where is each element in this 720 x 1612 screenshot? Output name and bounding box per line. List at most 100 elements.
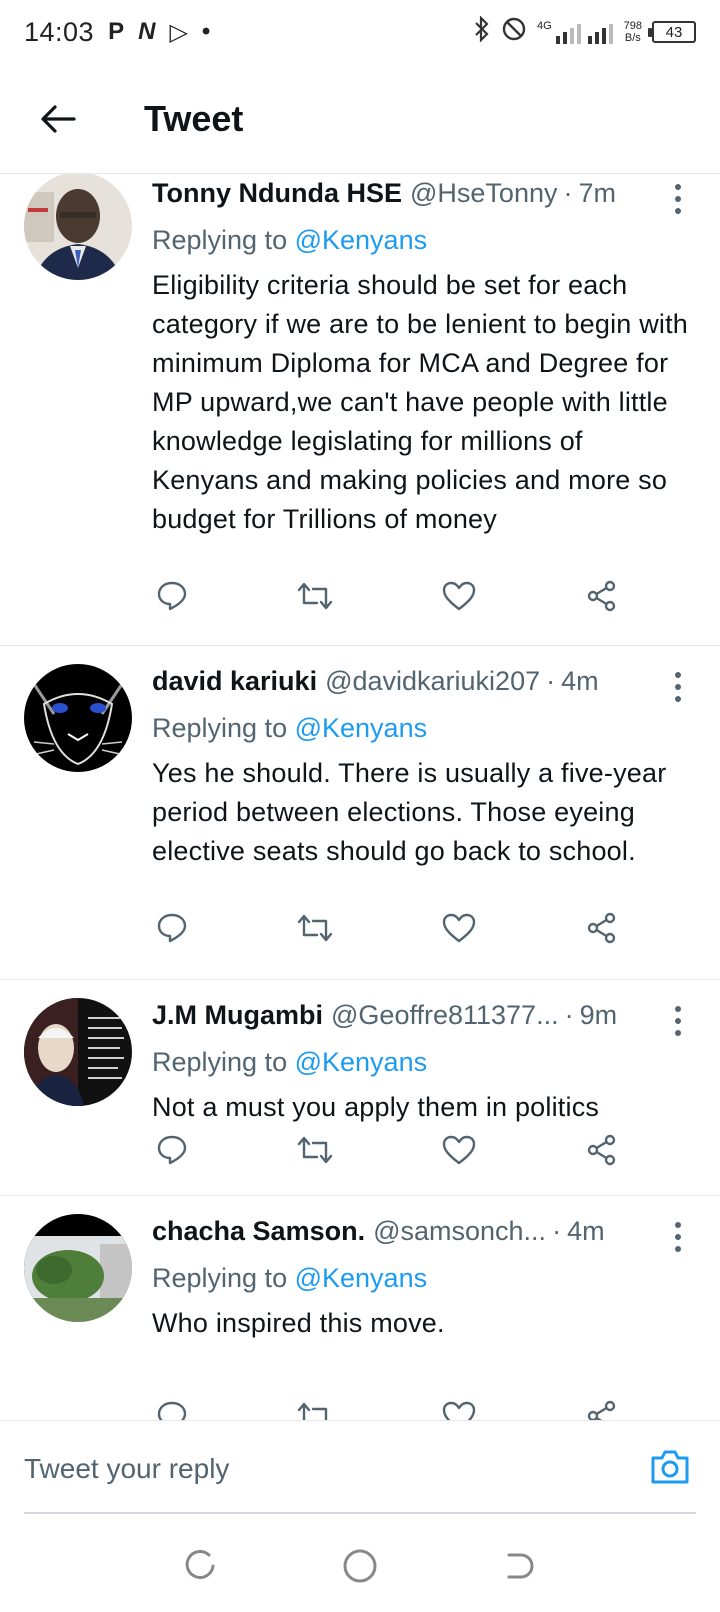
reply-icon [157,1401,187,1420]
back-nav-button[interactable] [496,1542,544,1590]
home-icon [343,1549,377,1583]
tweet-header: chacha Samson. @samsonch... · 4m [152,1216,696,1256]
reply-icon [157,581,187,611]
author-name[interactable]: david kariuki [152,666,317,697]
share-button[interactable] [582,1396,622,1420]
retweet-button[interactable] [295,908,335,948]
mention-link[interactable]: @Kenyans [295,225,427,255]
net-speed: 798 B/s [624,20,642,44]
notification-n-icon: N [138,18,156,45]
share-button[interactable] [582,1130,622,1170]
composer-underline [24,1512,696,1514]
tweet-text: Yes he should. There is usually a five-y… [152,758,667,866]
tweet-actions [152,1130,622,1170]
retweet-icon [298,1402,328,1420]
retweet-icon [298,1136,333,1164]
page-title: Tweet [144,97,244,139]
replying-to: Replying to @Kenyans [152,1042,696,1082]
net-speed-unit: B/s [624,32,641,44]
reply-button[interactable] [152,576,192,616]
like-button[interactable] [439,908,479,948]
author-name[interactable]: Tonny Ndunda HSE [152,178,402,209]
tweet-text: Eligibility criteria should be set for e… [152,270,689,534]
share-icon [587,912,616,944]
notification-play-icon: ▷ [169,18,188,46]
reply-icon [157,1135,187,1165]
heart-icon [442,581,475,611]
arrow-left-icon [41,104,76,133]
share-button[interactable] [582,908,622,948]
heart-icon [442,913,475,943]
replying-label: Replying to [152,225,288,255]
retweet-button[interactable] [295,1396,335,1420]
mention-link[interactable]: @Kenyans [295,1047,427,1077]
more-button[interactable] [668,1006,688,1036]
tweet-time: 4m [567,1216,605,1246]
avatar[interactable] [24,664,132,772]
net-speed-value: 798 [623,20,642,32]
like-button[interactable] [439,1130,479,1170]
like-button[interactable] [439,1396,479,1420]
back-nav-icon [507,1553,534,1579]
status-time: 14:03 [24,16,95,47]
tweet-item[interactable]: Tonny Ndunda HSE @HseTonny · 7m Replying… [0,174,720,646]
retweet-button[interactable] [295,1130,335,1170]
share-icon [587,580,616,612]
author-name[interactable]: chacha Samson. [152,1216,365,1247]
tweet-item[interactable]: chacha Samson. @samsonch... · 4m Replyin… [0,1196,720,1420]
share-button[interactable] [582,576,622,616]
more-button[interactable] [668,672,688,702]
tweet-item[interactable]: david kariuki @davidkariuki207 · 4m Repl… [0,646,720,980]
battery-icon: 43 [648,21,696,43]
notification-dot-icon: • [201,18,211,45]
more-button[interactable] [668,184,688,214]
more-button[interactable] [668,1222,688,1252]
camera-icon [651,1450,689,1484]
mention-link[interactable]: @Kenyans [295,1263,427,1293]
author-name[interactable]: J.M Mugambi [152,1000,323,1031]
separator-dot: · [564,1000,574,1030]
reply-feed[interactable]: Tonny Ndunda HSE @HseTonny · 7m Replying… [0,174,720,1420]
tweet-text: Who inspired this move. [152,1308,445,1338]
tweet-item[interactable]: J.M Mugambi @Geoffre811377... · 9m Reply… [0,980,720,1196]
recents-button[interactable] [176,1542,224,1590]
author-handle[interactable]: @samsonch... [373,1216,546,1247]
author-handle[interactable]: @Geoffre811377... [331,1000,559,1031]
reply-button[interactable] [152,1130,192,1170]
reply-input[interactable] [24,1447,614,1491]
replying-label: Replying to [152,1263,288,1293]
separator-dot: · [552,1216,562,1246]
share-icon [587,1400,616,1420]
replying-to: Replying to @Kenyans [152,1258,696,1298]
reply-button[interactable] [152,908,192,948]
tweet-header: Tonny Ndunda HSE @HseTonny · 7m [152,178,696,218]
author-handle[interactable]: @davidkariuki207 [325,666,540,697]
reply-composer [0,1420,720,1520]
home-button[interactable] [336,1542,384,1590]
avatar[interactable] [24,1214,132,1322]
mention-link[interactable]: @Kenyans [295,713,427,743]
reply-button[interactable] [152,1396,192,1420]
avatar[interactable] [24,174,132,280]
battery-level: 43 [665,23,683,41]
tweet-header: david kariuki @davidkariuki207 · 4m [152,666,696,706]
system-nav-bar [0,1520,720,1612]
author-handle[interactable]: @HseTonny [410,178,557,209]
retweet-button[interactable] [295,576,335,616]
separator-dot: · [563,178,573,208]
tweet-actions [152,908,622,948]
recents-icon [185,1550,215,1579]
top-app-bar: Tweet [0,64,720,174]
status-bar: 14:03 P N ▷ • 4G 798 B/s 43 [0,0,720,64]
bluetooth-icon [473,15,491,48]
tweet-time: 7m [578,178,616,208]
heart-icon [442,1401,475,1420]
tweet-actions [152,1396,622,1420]
avatar[interactable] [24,998,132,1106]
separator-dot: · [546,666,556,696]
camera-button[interactable] [646,1443,694,1491]
like-button[interactable] [439,576,479,616]
back-button[interactable] [28,89,88,149]
notification-p-icon: P [108,18,125,45]
retweet-icon [298,582,333,610]
